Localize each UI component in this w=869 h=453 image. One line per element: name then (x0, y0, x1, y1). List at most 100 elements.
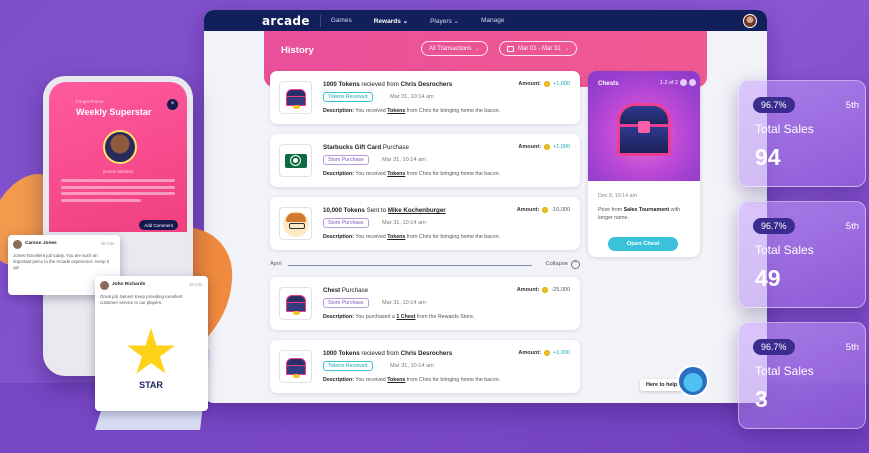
stat-percent-badge: 96.7% (753, 218, 795, 234)
avatar (100, 281, 109, 290)
stat-label: Total Sales (755, 364, 814, 378)
transaction-filter-dropdown[interactable]: All Transactions ⌄ (421, 41, 488, 56)
chests-panel: Chests 1-2 of 2 Dec 8, 10:14 am Prize fr… (588, 71, 700, 257)
stat-value: 3 (755, 386, 768, 412)
month-divider: April Collapse ^ (270, 260, 580, 271)
stat-card: 96.7% 5th Total Sales 94 (738, 80, 866, 187)
store-purchase-tag: Store Purchase (323, 218, 369, 228)
recipient-avatar (282, 210, 309, 237)
transaction-date: Mar 31, 10:14 am (390, 363, 434, 369)
user-avatar[interactable] (743, 13, 757, 28)
transaction-title: Chest Purchase (323, 287, 369, 294)
comment-text: Great job James! Keep providing excellen… (100, 294, 183, 305)
transaction-description: Description: You purchased a 1 Chest fro… (323, 314, 475, 320)
recipient-link[interactable]: Mike Kochenburger (388, 207, 446, 214)
stat-card: 96.7% 5th Total Sales 3 (738, 322, 866, 429)
stat-percent-badge: 96.7% (753, 97, 795, 113)
transaction-date: Mar 31, 10:14 am (390, 94, 434, 100)
coin-icon (542, 207, 549, 213)
transaction-description: Description: You received Tokens from Ch… (323, 171, 501, 177)
chest-icon (284, 294, 308, 315)
star-icon (127, 328, 175, 374)
stat-label: Total Sales (755, 243, 814, 257)
transaction-card[interactable]: 1000 Tokens recieved from Chris Desroche… (270, 340, 580, 393)
open-chest-button[interactable]: Open Chest (608, 237, 678, 251)
comment-text: Jones! Excellent job today. You are such… (13, 253, 109, 270)
transaction-title: 10,000 Tokens Sent to Mike Kochenburger (323, 207, 446, 214)
date-range-label: Mar 01 - Mar 31 (518, 45, 561, 52)
chest-link[interactable]: 1 Chest (396, 314, 415, 320)
transaction-card[interactable]: 10,000 Tokens Sent to Mike Kochenburger … (270, 197, 580, 250)
stat-value: 49 (755, 265, 781, 291)
chest-icon (284, 357, 308, 378)
transaction-title: Starbucks Gift Card Purchase (323, 144, 409, 151)
superstar-card: Forget Promo Weekly Superstar × Inovon M… (49, 82, 187, 232)
transaction-amount: Amount: +1,000 (518, 350, 570, 356)
transaction-thumbnail (279, 287, 312, 320)
chevron-down-icon: ⌄ (475, 45, 480, 52)
app-window: arcade Games Rewards ⌄ Players ⌄ Manage … (204, 10, 767, 403)
chevron-up-icon[interactable]: ^ (571, 260, 580, 269)
stat-rank: 5th (845, 100, 859, 111)
transaction-amount: Amount: -25,000 (516, 287, 570, 293)
comment-author: Carson Jones (25, 241, 57, 246)
coin-icon (544, 144, 551, 150)
store-purchase-tag: Store Purchase (323, 298, 369, 308)
tokens-link[interactable]: Tokens (387, 108, 405, 114)
chests-pagination: 1-2 of 2 (659, 80, 678, 86)
transaction-description: Description: You received Tokens from Ch… (323, 108, 501, 114)
chevron-right-icon[interactable] (689, 79, 696, 86)
nav-players[interactable]: Players ⌄ (430, 17, 459, 25)
help-bot-avatar[interactable] (677, 365, 709, 397)
tokens-link[interactable]: Tokens (387, 377, 405, 383)
transaction-date: Mar 31, 10:14 am (382, 220, 426, 226)
store-purchase-tag: Store Purchase (323, 155, 369, 165)
superstar-message (61, 179, 175, 205)
calendar-icon (507, 45, 514, 52)
superstar-avatar (103, 130, 137, 164)
transaction-amount: Amount: +1,000 (518, 144, 570, 150)
transaction-title: 1000 Tokens recieved from Chris Desroche… (323, 350, 453, 357)
star-sticker: STAR (103, 314, 199, 392)
nav-rewards[interactable]: Rewards ⌄ (374, 17, 408, 25)
transaction-card[interactable]: 1000 Tokens recieved from Chris Desroche… (270, 71, 580, 124)
chest-prize: Prize from Sales Tournament with longer … (598, 207, 681, 221)
coin-icon (542, 287, 549, 293)
stat-value: 94 (755, 144, 781, 170)
add-comment-button[interactable]: Add Comment (139, 220, 178, 230)
tokens-received-tag: Tokens Received (323, 361, 373, 371)
arcade-logo[interactable]: arcade (262, 14, 310, 28)
comment-card: John Richards 20 min Great job James! Ke… (95, 276, 208, 411)
transaction-amount: Amount: -10,000 (516, 207, 570, 213)
tokens-link[interactable]: Tokens (387, 234, 405, 240)
transaction-amount: Amount: +1,000 (518, 81, 570, 87)
comment-time: 30 min (101, 241, 114, 246)
divider-line (288, 265, 532, 266)
transaction-thumbnail (279, 207, 312, 240)
collapse-button[interactable]: Collapse (545, 261, 568, 267)
nav-manage[interactable]: Manage (481, 17, 505, 24)
superstar-subtitle: Forget Promo (76, 99, 104, 104)
date-range-picker[interactable]: Mar 01 - Mar 31 ⌄ (499, 41, 577, 56)
transaction-thumbnail (279, 350, 312, 383)
transaction-card[interactable]: Chest Purchase Store Purchase Mar 31, 10… (270, 277, 580, 330)
transaction-card[interactable]: Starbucks Gift Card Purchase Store Purch… (270, 134, 580, 187)
stat-rank: 5th (845, 342, 859, 353)
star-sticker-label: STAR (139, 380, 163, 390)
chevron-down-icon: ⌄ (564, 45, 569, 52)
transaction-thumbnail (279, 144, 312, 177)
comment-author: John Richards (112, 282, 146, 287)
superstar-title: Weekly Superstar (76, 107, 152, 117)
stat-rank: 5th (845, 221, 859, 232)
chests-header: Chests 1-2 of 2 (588, 71, 700, 181)
close-icon[interactable]: × (167, 99, 178, 110)
tokens-link[interactable]: Tokens (387, 171, 405, 177)
superstar-name: Inovon Mclaren (102, 169, 134, 174)
chevron-left-icon[interactable] (680, 79, 687, 86)
stat-card: 96.7% 5th Total Sales 49 (738, 201, 866, 308)
transaction-date: Mar 31, 10:14 am (382, 300, 426, 306)
treasure-chest-icon (613, 101, 675, 161)
nav-games[interactable]: Games (331, 17, 352, 24)
filter-label: All Transactions (429, 45, 472, 52)
transaction-thumbnail (279, 81, 312, 114)
